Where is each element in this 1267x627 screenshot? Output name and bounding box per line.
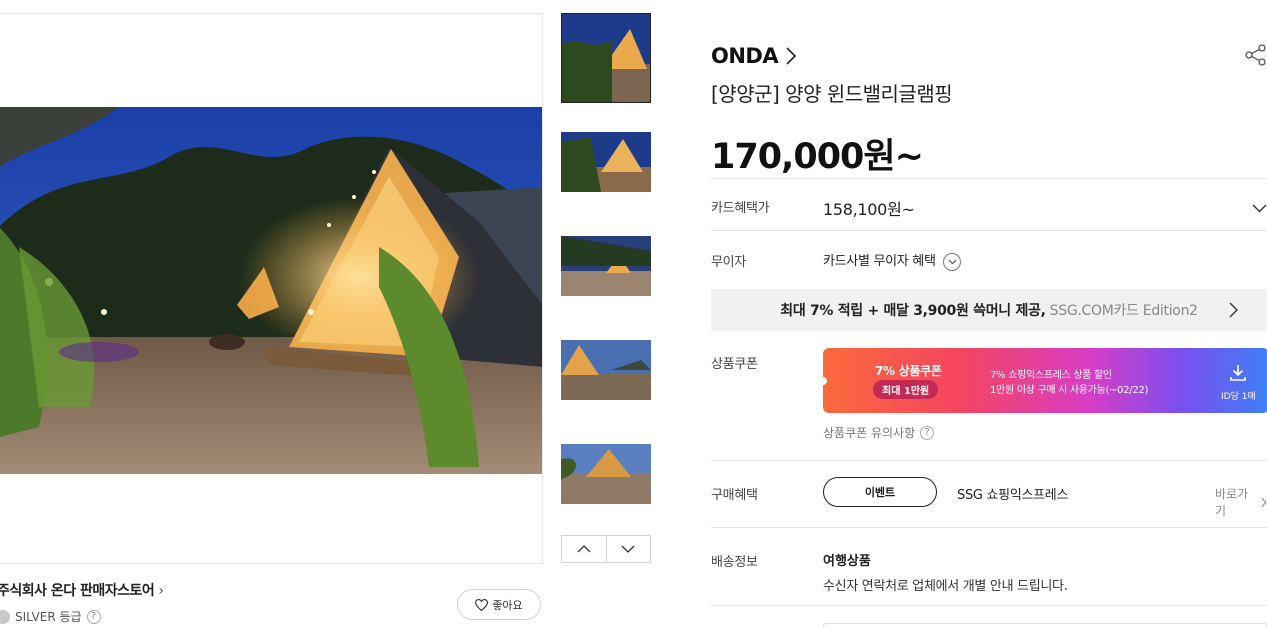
coupon-title: 7% 상품쿠폰 [875, 364, 942, 378]
goto-link[interactable]: 바로가기 [1215, 485, 1267, 519]
coupon-notice[interactable]: 상품쿠폰 유의사항 ? [823, 424, 935, 441]
coupon-description-1: 7% 쇼핑익스프레스 상품 할인 [990, 370, 1112, 381]
brand-name: ONDA [711, 44, 779, 68]
purchase-benefit-label: 구매혜택 [711, 488, 758, 503]
thumbnail-4[interactable] [561, 325, 651, 415]
seller-grade-text: SILVER 등급 [15, 610, 82, 624]
thumbnail-1[interactable] [561, 13, 651, 103]
card-benefit-price: 158,100원~ [823, 200, 915, 219]
installment-label: 무이자 [711, 255, 746, 270]
coupon-max-badge: 최대 1만원 [873, 380, 939, 399]
event-button-label: 이벤트 [864, 486, 896, 499]
chevron-right-icon: › [158, 583, 164, 599]
chevron-down-icon [1252, 204, 1267, 213]
shipping-description: 수신자 연락처로 업체에서 개별 안내 드립니다. [823, 579, 1068, 594]
installment-text: 카드사별 무이자 혜택 [823, 254, 936, 269]
card-benefit-expand[interactable] [1252, 198, 1267, 217]
product-price: 170,000원~ [711, 137, 924, 177]
divider [711, 460, 1267, 461]
promo-sub-text: SSG.COM카드 Edition2 [1049, 303, 1198, 319]
divider [711, 230, 1267, 231]
download-icon [1230, 365, 1246, 381]
main-product-image[interactable] [0, 107, 543, 474]
coupon-download-banner[interactable]: 7% 상품쿠폰 최대 1만원 7% 쇼핑익스프레스 상품 할인 1만원 이상 구… [823, 348, 1267, 413]
coupon-label: 상품쿠폰 [711, 357, 758, 372]
help-icon[interactable]: ? [86, 609, 101, 624]
goto-label: 바로가기 [1215, 487, 1249, 518]
chevron-right-icon [1229, 302, 1238, 318]
share-icon [1245, 44, 1266, 66]
thumbnail-5[interactable] [561, 429, 651, 519]
divider [711, 178, 1267, 179]
chevron-down-icon [621, 545, 635, 553]
express-text: SSG 쇼핑익스프레스 [957, 488, 1069, 503]
option-select[interactable] [823, 623, 1267, 627]
thumbnail-next-button[interactable] [605, 536, 650, 562]
shipping-label: 배송정보 [711, 555, 758, 570]
coupon-note-text: 상품쿠폰 유의사항 [823, 426, 916, 440]
product-title: [양양군] 양양 윈드밸리글램핑 [711, 82, 953, 106]
card-benefit-label: 카드혜택가 [711, 201, 770, 216]
main-image-frame [0, 13, 543, 564]
thumbnail-2[interactable] [561, 117, 651, 207]
card-promo-banner[interactable]: 최대 7% 적립 + 매달 3,900원 쓱머니 제공, SSG.COM카드 E… [711, 289, 1267, 331]
seller-grade: SILVER 등급 ? [0, 608, 101, 625]
help-icon: ? [920, 425, 935, 440]
coupon-limit: ID당 1매 [1221, 392, 1256, 402]
shipping-type: 여행상품 [823, 554, 871, 569]
share-button[interactable] [1245, 44, 1267, 70]
thumbnail-prev-button[interactable] [562, 536, 606, 562]
like-button[interactable]: 좋아요 [457, 589, 541, 620]
divider [711, 527, 1267, 528]
divider [711, 605, 1267, 606]
seller-name: 주식회사 온다 판매자스토어 [0, 583, 155, 599]
product-page: 주식회사 온다 판매자스토어 › SILVER 등급 ? 좋아요 ONDA [양양… [0, 0, 1267, 627]
coupon-description-2: 1만원 이상 구매 시 사용가능(~02/22) [990, 385, 1149, 396]
brand-link[interactable]: ONDA [711, 44, 797, 68]
chevron-up-icon [577, 545, 591, 553]
promo-main-text: 최대 7% 적립 + 매달 3,900원 쓱머니 제공, [780, 303, 1046, 319]
chevron-down-icon [943, 252, 962, 271]
grade-badge-icon [0, 609, 10, 624]
thumbnail-nav [561, 535, 651, 563]
seller-store-link[interactable]: 주식회사 온다 판매자스토어 › [0, 580, 164, 600]
installment-info[interactable]: 카드사별 무이자 혜택 [823, 250, 962, 271]
chevron-right-icon [786, 47, 797, 65]
thumbnail-3[interactable] [561, 221, 651, 311]
chevron-right-icon [1261, 497, 1267, 507]
coupon-notch [823, 377, 827, 385]
heart-icon [475, 598, 489, 611]
like-label: 좋아요 [492, 598, 523, 612]
event-button[interactable]: 이벤트 [823, 477, 937, 507]
